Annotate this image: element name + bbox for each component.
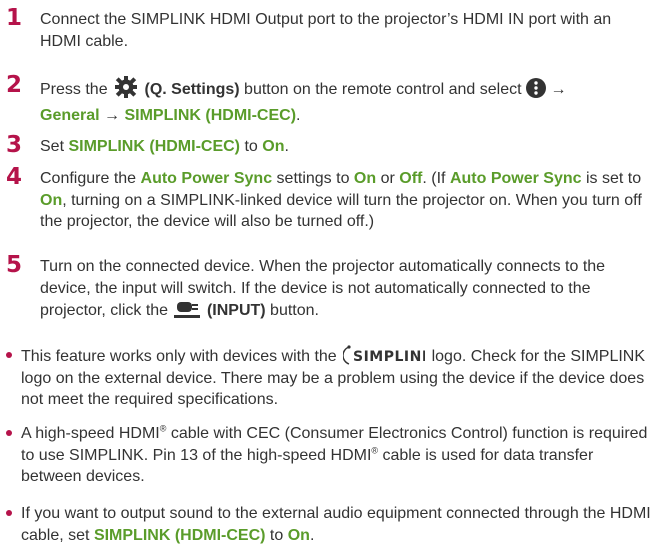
step-text: Press the (Q. Settings) button on the re…	[40, 76, 654, 126]
step-number: 1	[6, 5, 23, 31]
more-vertical-icon	[526, 78, 546, 105]
bullet-marker	[6, 510, 12, 516]
step-text: Turn on the connected device. When the p…	[40, 256, 654, 326]
note-text: This feature works only with devices wit…	[21, 345, 655, 411]
step-3: 3 Set SIMPLINK (HDMI-CEC) to On.	[0, 132, 659, 158]
step-number: 2	[6, 72, 23, 98]
simplink-logo: SIMPLINK	[342, 345, 433, 366]
bullet-marker	[6, 430, 12, 436]
step-text: Set SIMPLINK (HDMI-CEC) to On.	[40, 138, 289, 155]
step-1: 1 Connect the SIMPLINK HDMI Output port …	[0, 5, 659, 52]
note-text: A high-speed HDMI® cable with CEC (Consu…	[21, 423, 648, 485]
manual-page: 1 Connect the SIMPLINK HDMI Output port …	[0, 0, 659, 552]
step-2: 2 Press the (Q. Settings) button on the …	[0, 72, 659, 126]
step-5: 5 Turn on the connected device. When the…	[0, 252, 659, 326]
note-hdmi-cable: A high-speed HDMI® cable with CEC (Consu…	[0, 423, 659, 488]
step-text: Configure the Auto Power Sync settings t…	[40, 170, 642, 230]
note-audio-output: If you want to output sound to the exter…	[0, 503, 659, 546]
step-number: 4	[6, 164, 23, 190]
gear-icon	[112, 76, 140, 105]
step-4: 4 Configure the Auto Power Sync settings…	[0, 164, 659, 233]
note-text: If you want to output sound to the exter…	[21, 505, 651, 544]
bullet-marker	[6, 352, 12, 358]
step-text: Connect the SIMPLINK HDMI Output port to…	[40, 11, 612, 50]
step-number: 3	[6, 132, 23, 158]
step-number: 5	[6, 252, 23, 278]
input-icon	[173, 299, 203, 326]
svg-text:SIMPLINK: SIMPLINK	[353, 349, 425, 365]
note-simplink-logo: This feature works only with devices wit…	[0, 345, 659, 411]
